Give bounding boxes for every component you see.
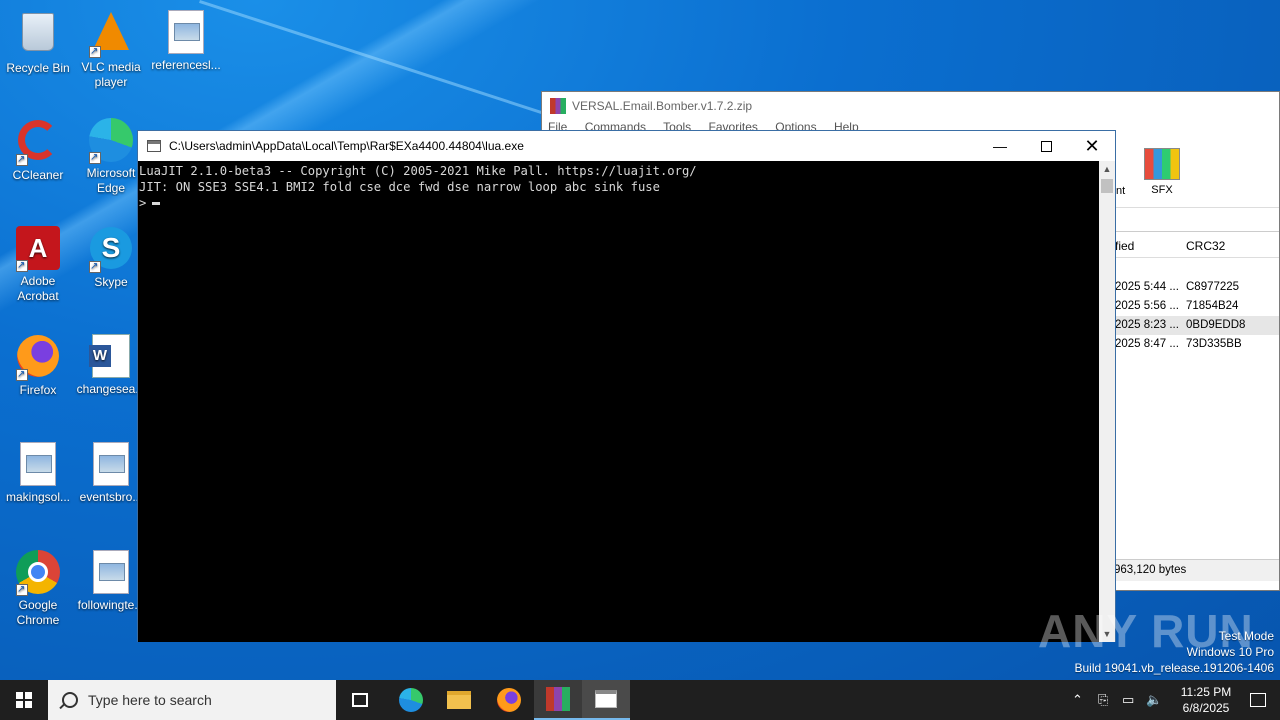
start-button[interactable] — [0, 680, 48, 720]
clock-date: 6/8/2025 — [1182, 701, 1230, 715]
taskbar-search-box[interactable]: Type here to search — [48, 680, 336, 720]
console-window[interactable]: C:\Users\admin\AppData\Local\Temp\Rar$EX… — [137, 130, 1116, 642]
word-document-icon: W — [89, 334, 133, 378]
task-view-button[interactable] — [336, 680, 384, 720]
sfx-button[interactable]: SFX — [1142, 148, 1182, 196]
taskbar: Type here to search ⌃ ⎘ ▭ 🔈 11:25 PM 6/8… — [0, 680, 1280, 720]
adobe-acrobat-icon: A — [16, 226, 60, 273]
sfx-icon — [1144, 148, 1180, 180]
winrar-icon — [550, 98, 566, 114]
notification-icon — [1250, 693, 1266, 707]
scroll-thumb[interactable] — [1101, 179, 1113, 193]
volume-icon[interactable]: 🔈 — [1146, 692, 1162, 708]
minimize-icon: — — [993, 138, 1007, 154]
usb-device-icon[interactable]: ⎘ — [1098, 692, 1108, 708]
taskbar-console[interactable] — [582, 680, 630, 720]
task-view-icon — [352, 693, 368, 707]
console-prompt-line: > — [139, 195, 1100, 211]
maximize-button[interactable] — [1023, 131, 1069, 161]
skype-icon: S — [89, 227, 133, 274]
firefox-icon — [16, 335, 60, 382]
console-titlebar[interactable]: C:\Users\admin\AppData\Local\Temp\Rar$EX… — [138, 131, 1115, 161]
image-file-icon — [89, 442, 133, 486]
column-modified[interactable]: fied — [1115, 239, 1134, 253]
image-file-icon — [89, 550, 133, 594]
notification-center-button[interactable] — [1236, 680, 1280, 720]
ccleaner-icon — [16, 120, 60, 167]
firefox-icon — [497, 688, 521, 712]
console-title: C:\Users\admin\AppData\Local\Temp\Rar$EX… — [169, 139, 524, 153]
desktop-icon-firefox[interactable]: Firefox — [0, 334, 76, 398]
taskbar-winrar[interactable] — [534, 680, 582, 720]
desktop-icon-makingsol[interactable]: makingsol... — [0, 442, 76, 505]
scroll-up-arrow-icon[interactable]: ▲ — [1099, 161, 1115, 177]
taskbar-firefox[interactable] — [485, 680, 533, 720]
console-app-icon — [147, 140, 161, 152]
edge-icon — [89, 118, 133, 165]
text-cursor — [152, 202, 161, 205]
taskbar-edge[interactable] — [387, 680, 435, 720]
console-scrollbar[interactable]: ▲ ▼ — [1099, 161, 1115, 642]
windows-logo-icon — [16, 692, 32, 708]
vlc-icon — [89, 12, 133, 59]
image-file-icon — [164, 10, 208, 54]
close-button[interactable]: ✕ — [1069, 131, 1115, 161]
recycle-bin-icon — [16, 13, 60, 57]
console-output[interactable]: LuaJIT 2.1.0-beta3 -- Copyright (C) 2005… — [138, 161, 1100, 642]
taskbar-clock[interactable]: 11:25 PM 6/8/2025 — [1176, 684, 1236, 716]
close-icon: ✕ — [1084, 135, 1100, 156]
console-prompt: > — [139, 196, 147, 210]
toolbar-partial-label[interactable]: nt — [1116, 185, 1125, 197]
chrome-icon — [16, 550, 60, 597]
console-line: LuaJIT 2.1.0-beta3 -- Copyright (C) 2005… — [139, 164, 697, 178]
edge-icon — [399, 688, 423, 712]
windows-watermark: Test Mode Windows 10 Pro Build 19041.vb_… — [1074, 629, 1275, 675]
winrar-icon — [546, 687, 570, 711]
window-controls: — ✕ — [977, 131, 1115, 161]
search-icon — [62, 692, 78, 708]
taskbar-file-explorer[interactable] — [435, 680, 483, 720]
desktop-icon-ccleaner[interactable]: CCleaner — [0, 118, 76, 183]
winrar-titlebar[interactable]: VERSAL.Email.Bomber.v1.7.2.zip — [542, 92, 1279, 120]
image-file-icon — [16, 442, 60, 486]
network-icon[interactable]: ▭ — [1122, 692, 1134, 708]
desktop: Recycle Bin CCleaner A Adobe Acrobat Fir… — [0, 0, 1280, 680]
desktop-icon-referencesl[interactable]: referencesl... — [148, 10, 224, 73]
column-crc32[interactable]: CRC32 — [1186, 239, 1225, 253]
maximize-icon — [1040, 140, 1052, 152]
chevron-up-icon[interactable]: ⌃ — [1072, 692, 1083, 708]
desktop-icon-vlc[interactable]: VLC media player — [73, 10, 149, 90]
winrar-title: VERSAL.Email.Bomber.v1.7.2.zip — [572, 99, 753, 113]
desktop-icon-google-chrome[interactable]: Google Chrome — [0, 550, 76, 628]
console-line: JIT: ON SSE3 SSE4.1 BMI2 fold cse dce fw… — [139, 180, 660, 194]
desktop-icon-adobe-acrobat[interactable]: A Adobe Acrobat — [0, 226, 76, 304]
minimize-button[interactable]: — — [977, 131, 1023, 161]
search-placeholder: Type here to search — [88, 692, 212, 708]
desktop-icon-recycle-bin[interactable]: Recycle Bin — [0, 10, 76, 76]
console-icon — [595, 690, 617, 708]
system-tray: ⌃ ⎘ ▭ 🔈 11:25 PM 6/8/2025 — [1060, 680, 1280, 720]
clock-time: 11:25 PM — [1180, 685, 1232, 699]
folder-icon — [447, 691, 471, 709]
